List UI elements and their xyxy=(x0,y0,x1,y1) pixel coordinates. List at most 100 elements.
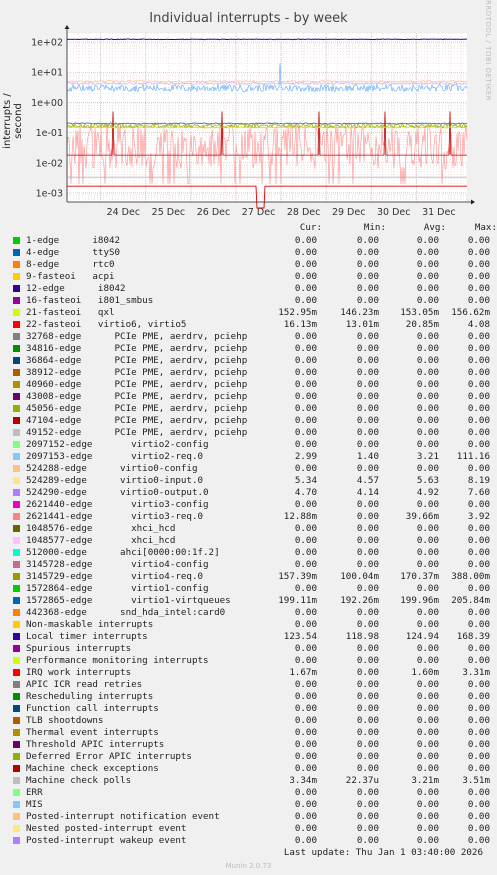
legend-swatch xyxy=(13,249,20,256)
legend-min-value: 0.00 xyxy=(356,739,379,750)
legend-swatch xyxy=(13,453,20,460)
x-tick-label: 26 Dec xyxy=(197,207,231,218)
legend-max-value: 3.92 xyxy=(467,511,490,522)
legend-row: 524288-edge virtio0-config 0.00 0.00 0.00 0.… xyxy=(0,463,497,475)
legend-label: 36864-edge PCIe PME, aerdrv, pciehp xyxy=(26,355,248,366)
legend-min-value: 0.00 xyxy=(356,439,379,450)
legend-row: 34816-edge PCIe PME, aerdrv, pciehp 0.00 0… xyxy=(0,343,497,355)
legend-min-value: 4.57 xyxy=(356,475,379,486)
legend-max-value: 7.60 xyxy=(467,487,490,498)
legend-cur-value: 2.99 xyxy=(294,451,317,462)
legend-row: 512000-edge ahci[0000:00:1f.2] 0.00 0.00 0.… xyxy=(0,547,497,559)
legend-swatch xyxy=(13,813,20,820)
legend-row: 1572864-edge virtio1-config 0.00 0.00 0.00 0… xyxy=(0,583,497,595)
legend-swatch xyxy=(13,777,20,784)
legend-swatch xyxy=(13,561,20,568)
legend-min-value: 0.00 xyxy=(356,823,379,834)
legend-min-value: 0.00 xyxy=(356,715,379,726)
legend-min-value: 0.00 xyxy=(356,415,379,426)
legend-label: APIC ICR read retries xyxy=(26,679,143,690)
legend-max-value: 0.00 xyxy=(467,655,490,666)
legend-cur-value: 0.00 xyxy=(294,271,317,282)
legend-row: TLB shootdowns 0.00 0.00 0.00 0.00 xyxy=(0,715,497,727)
legend-min-value: 0.00 xyxy=(356,727,379,738)
legend-label: 22-fasteoi virtio6, virtio5 xyxy=(26,319,187,330)
legend-swatch xyxy=(13,729,20,736)
legend-label: 43008-edge PCIe PME, aerdrv, pciehp xyxy=(26,391,248,402)
legend-max-value: 0.00 xyxy=(467,547,490,558)
legend-min-value: 0.00 xyxy=(356,523,379,534)
legend-swatch xyxy=(13,573,20,580)
legend-label: Thermal event interrupts xyxy=(26,727,159,738)
legend-cur-value: 0.00 xyxy=(294,343,317,354)
legend-swatch xyxy=(13,261,20,268)
legend-row: 1572865-edge virtio1-virtqueues 199.11m 19… xyxy=(0,595,497,607)
legend-min-value: 0.00 xyxy=(356,511,379,522)
legend-label: MIS xyxy=(26,799,43,810)
legend-swatch xyxy=(13,597,20,604)
legend-max-value: 0.00 xyxy=(467,367,490,378)
x-tick-label: 27 Dec xyxy=(242,207,276,218)
legend-row: 1048576-edge xhci_hcd 0.00 0.00 0.00 0.00 xyxy=(0,523,497,535)
x-tick-label: 28 Dec xyxy=(287,207,321,218)
legend-min-value: 0.00 xyxy=(356,235,379,246)
legend-min-value: 0.00 xyxy=(356,283,379,294)
legend-swatch xyxy=(13,645,20,652)
legend-swatch xyxy=(13,369,20,376)
legend-cur-value: 0.00 xyxy=(294,787,317,798)
legend-swatch xyxy=(13,753,20,760)
legend-min-value: 0.00 xyxy=(356,259,379,270)
legend-cur-value: 16.13m xyxy=(283,319,317,330)
legend-swatch xyxy=(13,489,20,496)
legend-cur-value: 0.00 xyxy=(294,415,317,426)
legend-row: 45056-edge PCIe PME, aerdrv, pciehp 0.00 0… xyxy=(0,403,497,415)
legend-max-value: 4.08 xyxy=(467,319,490,330)
legend-label: 1572865-edge virtio1-virtqueues xyxy=(26,595,231,606)
legend-row: 2621440-edge virtio3-config 0.00 0.00 0.00 0… xyxy=(0,499,497,511)
legend-label: Function call interrupts xyxy=(26,703,159,714)
legend-min-value: 0.00 xyxy=(356,751,379,762)
legend-swatch xyxy=(13,657,20,664)
legend-row: 38912-edge PCIe PME, aerdrv, pciehp 0.00 0… xyxy=(0,367,497,379)
legend-swatch xyxy=(13,765,20,772)
legend-max-value: 0.00 xyxy=(467,439,490,450)
legend-min-value: 0.00 xyxy=(356,811,379,822)
legend-row: Nested posted-interrupt event 0.00 0.00 0.0… xyxy=(0,823,497,835)
legend-min-value: 0.00 xyxy=(356,463,379,474)
legend-swatch xyxy=(13,501,20,508)
legend-min-value: 13.01m xyxy=(345,319,379,330)
legend-label: IRQ work interrupts xyxy=(26,667,132,678)
legend-max-value: 0.00 xyxy=(467,715,490,726)
legend-label: Posted-interrupt wakeup event xyxy=(26,835,187,846)
legend-swatch xyxy=(13,345,20,352)
legend-swatch xyxy=(13,669,20,676)
legend-max-value: 3.31m xyxy=(462,667,490,678)
legend-min-value: 1.40 xyxy=(356,451,379,462)
legend-row: 40960-edge PCIe PME, aerdrv, pciehp 0.00 0… xyxy=(0,379,497,391)
legend-label: 1-edge i8042 xyxy=(26,235,121,246)
legend-cur-value: 0.00 xyxy=(294,703,317,714)
legend-min-value: 4.14 xyxy=(356,487,379,498)
legend-swatch xyxy=(13,585,20,592)
legend-cur-value: 1.67m xyxy=(289,667,317,678)
legend-swatch xyxy=(13,393,20,400)
legend-min-value: 0.00 xyxy=(356,295,379,306)
x-tick-label: 25 Dec xyxy=(152,207,186,218)
legend-cur-value: 0.00 xyxy=(294,439,317,450)
legend-cur-value: 0.00 xyxy=(294,679,317,690)
legend-row: Function call interrupts 0.00 0.00 0.00 0.00 xyxy=(0,703,497,715)
legend-cur-value: 0.00 xyxy=(294,523,317,534)
legend-cur-value: 152.95m xyxy=(278,307,317,318)
legend-label: TLB shootdowns xyxy=(26,715,104,726)
legend-label: 2621440-edge virtio3-config xyxy=(26,499,209,510)
legend-min-value: 0.00 xyxy=(356,667,379,678)
legend-row: 524290-edge virtio0-output.0 4.70 4.14 4.92… xyxy=(0,487,497,499)
legend-cur-value: 3.34m xyxy=(289,775,317,786)
legend-min-value: 0.00 xyxy=(356,247,379,258)
legend-min-value: 0.00 xyxy=(356,331,379,342)
legend-swatch xyxy=(13,273,20,280)
legend-cur-value: 0.00 xyxy=(294,811,317,822)
legend-row: 3145729-edge virtio4-req.0 157.39m 100.04m… xyxy=(0,571,497,583)
legend-row: 16-fasteoi i801_smbus 0.00 0.00 0.00 0.00 xyxy=(0,295,497,307)
legend-cur-value: 0.00 xyxy=(294,247,317,258)
